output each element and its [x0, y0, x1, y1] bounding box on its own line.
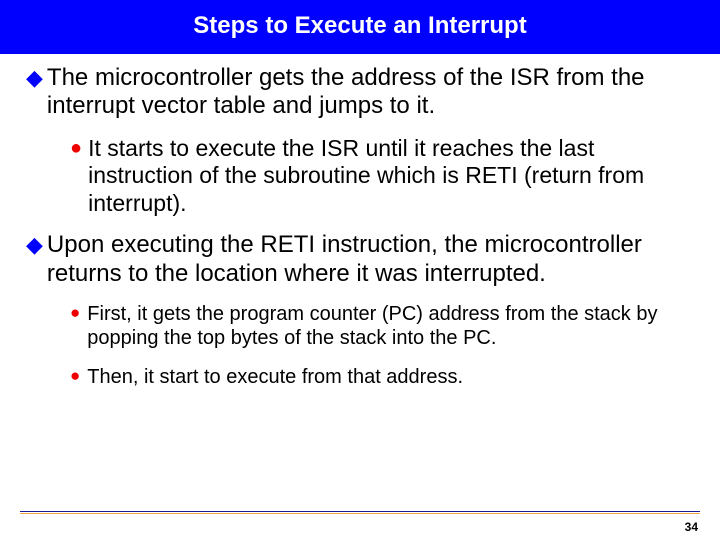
- bullet-text: First, it gets the program counter (PC) …: [87, 302, 694, 351]
- bullet-text: Then, it start to execute from that addr…: [87, 365, 463, 389]
- slide-title: Steps to Execute an Interrupt: [0, 0, 720, 54]
- footer-divider-accent: [20, 513, 700, 514]
- bullet-level3: ● First, it gets the program counter (PC…: [70, 302, 694, 351]
- bullet-text: Upon executing the RETI instruction, the…: [47, 231, 694, 288]
- diamond-bullet-icon: ◆: [26, 231, 43, 288]
- diamond-bullet-icon: ◆: [26, 64, 43, 121]
- bullet-level1: ◆ Upon executing the RETI instruction, t…: [26, 231, 694, 288]
- circle-bullet-icon: ●: [70, 302, 80, 351]
- bullet-level3: ● Then, it start to execute from that ad…: [70, 365, 694, 389]
- slide: Steps to Execute an Interrupt ◆ The micr…: [0, 0, 720, 540]
- bullet-text: It starts to execute the ISR until it re…: [88, 135, 694, 218]
- circle-bullet-icon: ●: [70, 135, 82, 218]
- bullet-level2: ● It starts to execute the ISR until it …: [70, 135, 694, 218]
- page-number: 34: [685, 520, 698, 534]
- bullet-level1: ◆ The microcontroller gets the address o…: [26, 64, 694, 121]
- bullet-text: The microcontroller gets the address of …: [47, 64, 694, 121]
- slide-content: ◆ The microcontroller gets the address o…: [0, 54, 720, 389]
- circle-bullet-icon: ●: [70, 365, 80, 389]
- footer-divider: [20, 511, 700, 512]
